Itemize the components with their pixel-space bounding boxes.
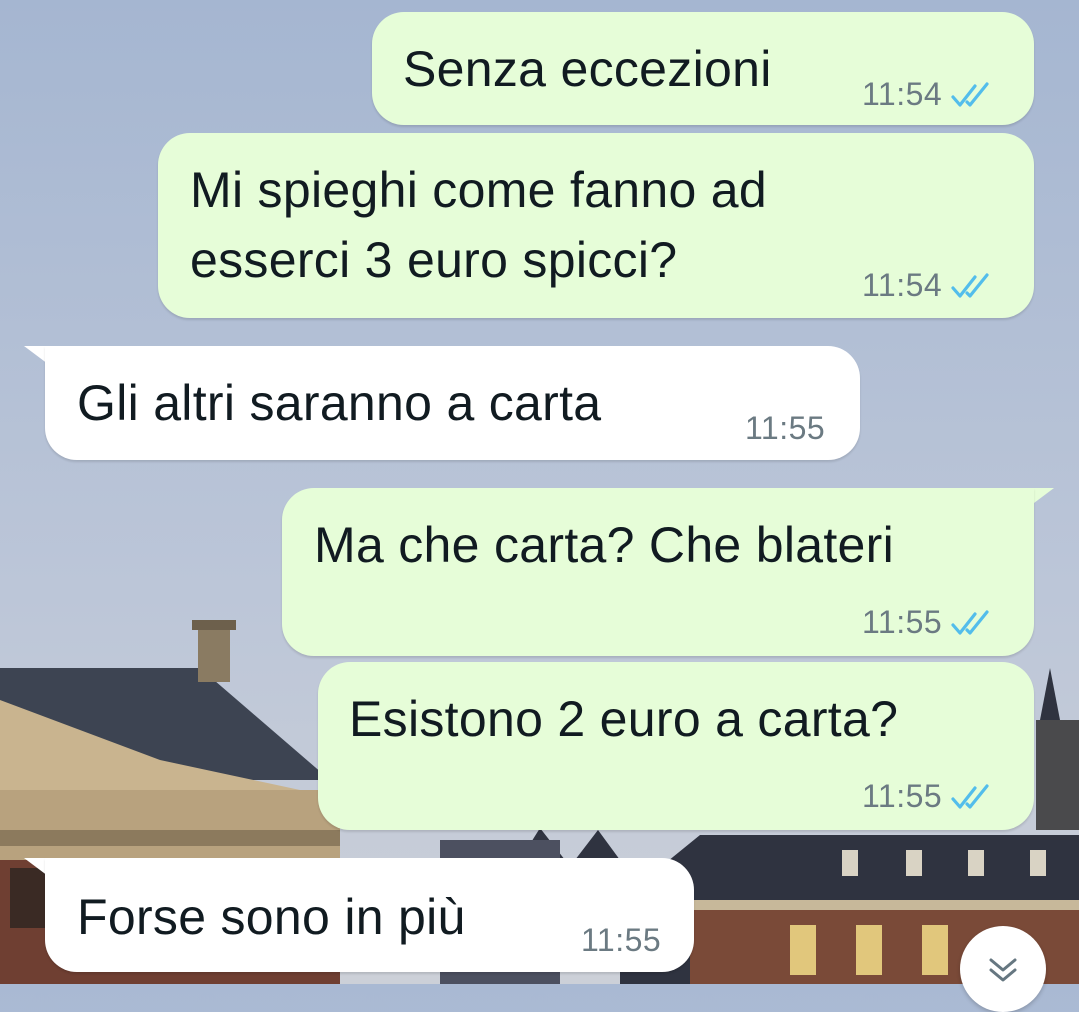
message-text-line: esserci 3 euro spicci? xyxy=(190,232,678,288)
double-check-icon xyxy=(951,81,989,107)
message-bubble-outgoing[interactable]: Mi spieghi come fanno ad esserci 3 euro … xyxy=(158,133,1034,318)
message-text: Senza eccezioni xyxy=(403,41,772,97)
message-timestamp: 11:54 xyxy=(862,76,943,112)
message-bubble-outgoing[interactable]: Ma che carta? Che blateri 11:55 xyxy=(282,488,1034,656)
message-text: Esistono 2 euro a carta? xyxy=(349,691,899,747)
message-timestamp: 11:54 xyxy=(862,267,943,303)
message-timestamp: 11:55 xyxy=(581,922,662,958)
message-meta: 11:55 xyxy=(745,410,825,447)
message-meta: 11:55 xyxy=(581,922,661,959)
message-text: Ma che carta? Che blateri xyxy=(314,517,895,573)
message-meta: 11:55 xyxy=(862,604,992,641)
message-meta: 11:55 xyxy=(862,778,992,815)
message-text-line: Mi spieghi come fanno ad xyxy=(190,162,767,218)
double-check-icon xyxy=(951,609,989,635)
message-timestamp: 11:55 xyxy=(862,778,943,814)
double-check-icon xyxy=(951,272,989,298)
message-timestamp: 11:55 xyxy=(862,604,943,640)
message-text: Forse sono in più xyxy=(77,889,466,945)
message-bubble-incoming[interactable]: Gli altri saranno a carta 11:55 xyxy=(45,346,860,460)
message-bubble-outgoing[interactable]: Esistono 2 euro a carta? 11:55 xyxy=(318,662,1034,830)
message-bubble-outgoing[interactable]: Senza eccezioni 11:54 xyxy=(372,12,1034,125)
message-bubble-incoming[interactable]: Forse sono in più 11:55 xyxy=(45,858,694,972)
message-text: Gli altri saranno a carta xyxy=(77,375,602,431)
scroll-to-bottom-button[interactable] xyxy=(960,926,1046,1012)
message-timestamp: 11:55 xyxy=(745,410,826,446)
double-check-icon xyxy=(951,783,989,809)
chevron-double-down-icon xyxy=(989,958,1017,982)
message-meta: 11:54 xyxy=(862,267,992,304)
message-meta: 11:54 xyxy=(862,76,992,113)
